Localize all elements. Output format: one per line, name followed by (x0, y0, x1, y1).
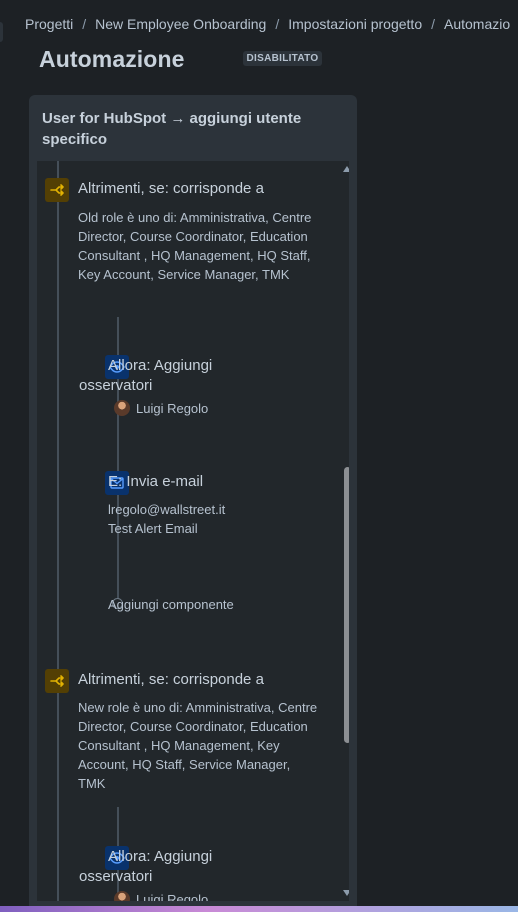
action-email-title[interactable]: E: Invia e-mail (108, 472, 203, 492)
watcher-user: Luigi Regolo (114, 891, 208, 901)
breadcrumb-separator: / (431, 16, 435, 32)
scrollbar-thumb[interactable] (344, 467, 349, 743)
breadcrumb-item-project[interactable]: New Employee Onboarding (95, 16, 266, 32)
status-badge: DISABILITATO (242, 50, 323, 66)
scroll-down-arrow-icon[interactable] (343, 890, 349, 896)
add-component-link[interactable]: Aggiungi componente (108, 595, 234, 614)
email-subject: Test Alert Email (108, 521, 198, 536)
page-title: Automazione (39, 46, 185, 72)
action-watchers-title[interactable]: Allora: Aggiungi osservatori (79, 356, 239, 396)
bottom-gradient-bar (0, 906, 518, 912)
breadcrumb-item-project-settings[interactable]: Impostazioni progetto (288, 16, 422, 32)
watcher-user: Luigi Regolo (114, 400, 208, 416)
watcher-user-name: Luigi Regolo (136, 891, 209, 902)
breadcrumb-item-automation[interactable]: Automazio (444, 16, 510, 32)
scrollbar[interactable] (342, 161, 349, 901)
rule-title[interactable]: User for HubSpot → aggiungi utente speci… (42, 108, 332, 150)
breadcrumb-separator: / (275, 16, 280, 32)
action-watchers-title[interactable]: Allora: Aggiungi osservatori (79, 847, 239, 887)
breadcrumb-item-progetti[interactable]: Progetti (25, 16, 73, 32)
main-connector-line (57, 161, 59, 901)
condition-text: Old role è uno di: Amministrativa, Centr… (78, 210, 312, 282)
condition-text: New role è uno di: Amministrativa, Centr… (78, 700, 318, 791)
left-edge-handle (0, 22, 3, 42)
watcher-user-name: Luigi Regolo (136, 400, 209, 416)
scroll-up-arrow-icon[interactable] (343, 166, 349, 172)
avatar (114, 400, 130, 416)
rule-components-panel[interactable]: Altrimenti, se: corrisponde a Old role è… (37, 161, 349, 901)
rule-card: User for HubSpot → aggiungi utente speci… (29, 95, 357, 912)
avatar (114, 891, 130, 901)
page-header: Automazione DISABILITATO (39, 46, 323, 73)
branch-icon (45, 178, 69, 202)
email-recipient: lregolo@wallstreet.it (108, 502, 226, 517)
breadcrumb: Progetti / New Employee Onboarding / Imp… (25, 14, 510, 34)
breadcrumb-separator: / (82, 16, 87, 32)
condition-title[interactable]: Altrimenti, se: corrisponde a (78, 670, 264, 690)
condition-title[interactable]: Altrimenti, se: corrisponde a (78, 179, 264, 199)
branch-icon (45, 669, 69, 693)
